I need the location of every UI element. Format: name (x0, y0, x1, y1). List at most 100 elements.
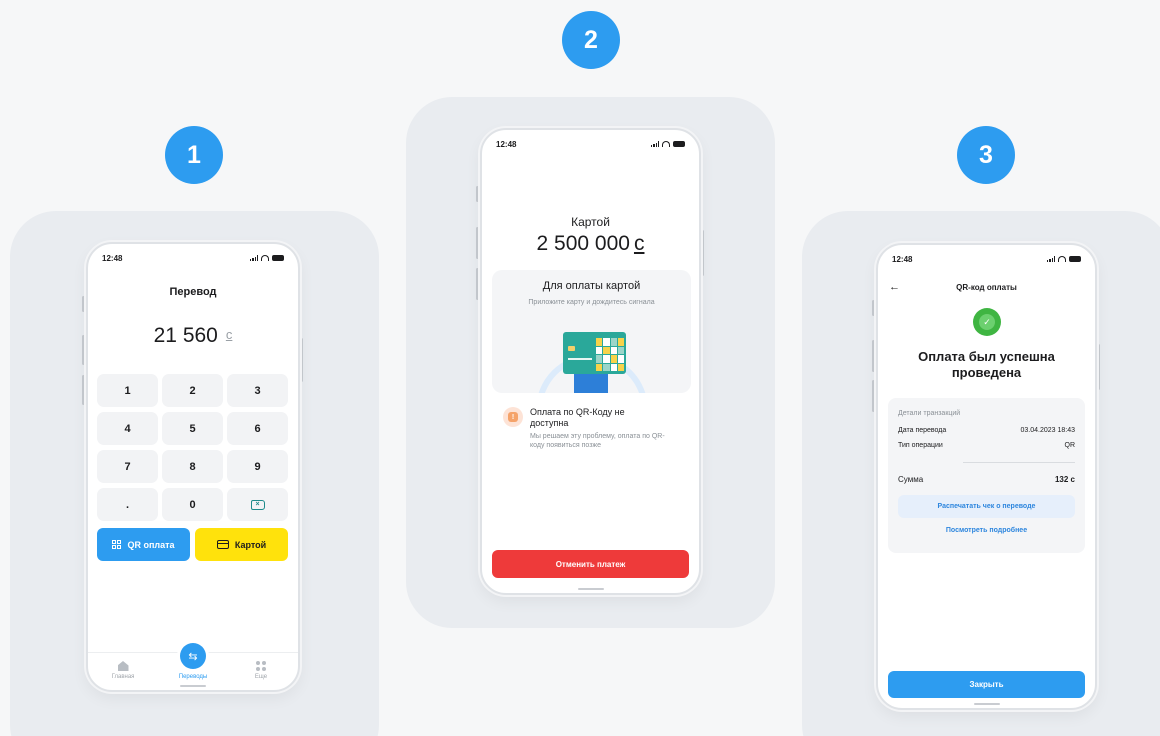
detail-label: Дата перевода (898, 427, 947, 434)
keypad-key-7[interactable]: 7 (97, 450, 158, 483)
transaction-details-card: Детали транзакций Дата перевода 03.04.20… (888, 398, 1085, 553)
keypad-key-dot[interactable]: . (97, 488, 158, 521)
signal-icon (1047, 256, 1055, 262)
payment-method-label: Картой (571, 215, 610, 229)
battery-icon (1069, 256, 1081, 262)
phone-transfer-screen: 12:48 Перевод 21 560 с 1 2 3 4 5 6 7 8 9 … (86, 242, 300, 692)
keypad-key-5[interactable]: 5 (162, 412, 223, 445)
transfers-fab-button[interactable]: ⇆ (180, 643, 206, 669)
card-tap-box: Для оплаты картой Приложите карту и дожд… (492, 270, 691, 393)
tab-transfers[interactable]: Переводы (168, 674, 218, 680)
tab-transfers-label: Переводы (178, 674, 208, 680)
wifi-icon (662, 141, 670, 147)
currency-sign: с (633, 232, 645, 255)
card-payment-label: Картой (234, 539, 267, 550)
print-receipt-button[interactable]: Распечатать чек о переводе (898, 495, 1075, 518)
step-1-badge: 1 (165, 126, 223, 184)
phone-success-screen: 12:48 ← QR-код оплаты ✓ Оплата был успеш… (876, 243, 1097, 710)
card-number-strip (568, 358, 592, 360)
page-title: QR-код оплаты (956, 283, 1017, 292)
divider (963, 462, 1075, 463)
status-time: 12:48 (102, 253, 123, 263)
home-icon (117, 661, 129, 671)
more-icon (256, 661, 266, 671)
step-3-badge: 3 (957, 126, 1015, 184)
qr-payment-button[interactable]: QR оплата (97, 528, 190, 561)
phone-side-button (476, 227, 479, 259)
bank-card-illustration (563, 332, 626, 374)
currency-sign: с (225, 327, 233, 342)
detail-value: 03.04.2023 18:43 (1020, 427, 1076, 434)
amount-display: 2 500 000 с (482, 232, 699, 256)
details-section-label: Детали транзакций (898, 410, 961, 417)
backspace-icon: × (250, 499, 265, 510)
sum-label: Сумма (898, 475, 924, 484)
battery-icon (673, 141, 685, 147)
status-time: 12:48 (892, 254, 913, 264)
phone-side-button (82, 335, 85, 365)
phone-side-button (872, 340, 875, 372)
phone-side-button (300, 338, 303, 382)
phone-side-button (476, 186, 479, 202)
phone-side-button (872, 300, 875, 316)
phone-side-button (82, 296, 85, 312)
close-button[interactable]: Закрыть (888, 671, 1085, 698)
keypad-key-9[interactable]: 9 (227, 450, 288, 483)
detail-label: Тип операции (898, 442, 943, 449)
step-2-badge: 2 (562, 11, 620, 69)
home-indicator (577, 588, 604, 590)
keypad-key-6[interactable]: 6 (227, 412, 288, 445)
qr-unavailable-title: Оплата по QR-Коду не доступна (530, 407, 625, 428)
wifi-icon (261, 255, 269, 261)
card-payment-button[interactable]: Картой (195, 528, 288, 561)
wifi-icon (1058, 256, 1066, 262)
warning-icon: ! (503, 407, 523, 427)
status-bar: 12:48 (496, 138, 685, 150)
amount-value: 21 560 (153, 324, 218, 347)
status-time: 12:48 (496, 139, 517, 149)
qr-icon (112, 540, 122, 549)
card-icon (216, 540, 229, 549)
amount-display: 21 560 с (88, 324, 298, 348)
page-title: Перевод (169, 286, 217, 298)
qr-payment-label: QR оплата (127, 539, 175, 550)
qr-unavailable-text: Мы решаем эту проблему, оплата по QR-код… (530, 433, 665, 450)
view-details-link[interactable]: Посмотреть подробнее (888, 527, 1085, 534)
keypad-key-3[interactable]: 3 (227, 374, 288, 407)
card-tap-subtitle: Приложите карту и дождитесь сигнала (528, 299, 655, 306)
keypad-backspace-button[interactable]: × (227, 488, 288, 521)
card-chip (568, 346, 575, 351)
sum-value: 132 с (1054, 475, 1075, 484)
phone-side-button (82, 375, 85, 405)
keypad-key-1[interactable]: 1 (97, 374, 158, 407)
phone-card-payment-screen: 12:48 Картой 2 500 000 с Для оплаты карто… (480, 128, 701, 595)
detail-row-type: Тип операции QR (898, 442, 1075, 449)
cancel-payment-button[interactable]: Отменить платеж (492, 550, 689, 578)
phone-side-button (1097, 344, 1100, 390)
tab-home-label: Главная (111, 674, 135, 680)
card-tap-title: Для оплаты картой (542, 280, 641, 292)
detail-row-date: Дата перевода 03.04.2023 18:43 (898, 427, 1075, 434)
tab-home[interactable]: Главная (98, 661, 148, 680)
phone-side-button (872, 380, 875, 412)
battery-icon (272, 255, 284, 261)
keypad-key-2[interactable]: 2 (162, 374, 223, 407)
home-indicator (180, 685, 206, 687)
detail-row-sum: Сумма 132 с (898, 475, 1075, 484)
home-indicator (973, 703, 1000, 705)
phone-side-button (476, 268, 479, 300)
success-message: Оплата был успешна проведена (918, 349, 1055, 380)
keypad-key-0[interactable]: 0 (162, 488, 223, 521)
tab-more[interactable]: Еще (236, 661, 286, 680)
amount-value: 2 500 000 (536, 232, 630, 255)
status-bar: 12:48 (102, 252, 284, 264)
swap-arrows-icon: ⇆ (188, 650, 198, 663)
status-bar: 12:48 (892, 253, 1081, 265)
keypad-key-4[interactable]: 4 (97, 412, 158, 445)
keypad-key-8[interactable]: 8 (162, 450, 223, 483)
tab-more-label: Еще (254, 674, 268, 680)
phone-side-button (701, 230, 704, 276)
detail-value: QR (1064, 442, 1076, 449)
signal-icon (651, 141, 659, 147)
signal-icon (250, 255, 258, 261)
